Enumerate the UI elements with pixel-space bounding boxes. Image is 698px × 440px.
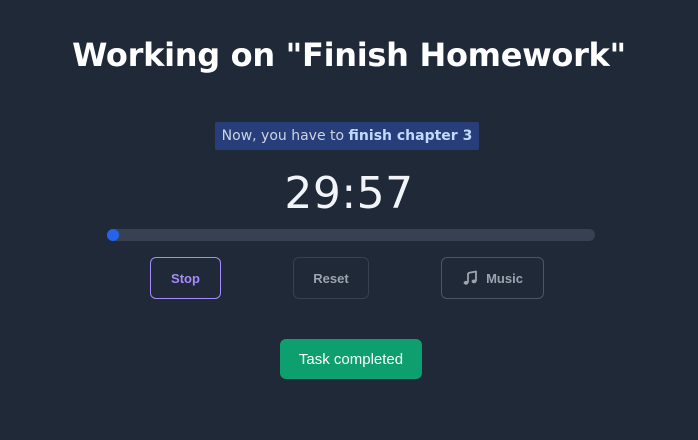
task-completed-button[interactable]: Task completed xyxy=(280,339,422,379)
stop-button[interactable]: Stop xyxy=(150,257,221,299)
current-task-banner: Now, you have to finish chapter 3 xyxy=(215,122,479,150)
countdown-timer: 29:57 xyxy=(284,168,414,219)
progress-bar xyxy=(107,229,595,241)
instruction-task-name: finish chapter 3 xyxy=(348,128,473,144)
page-title: Working on "Finish Homework" xyxy=(72,36,626,74)
music-note-icon xyxy=(462,270,478,286)
reset-button[interactable]: Reset xyxy=(293,257,369,299)
instruction-prefix: Now, you have to xyxy=(221,128,349,144)
progress-bar-fill xyxy=(107,229,119,241)
music-button-label: Music xyxy=(486,270,523,286)
pomodoro-page: Working on "Finish Homework" Now, you ha… xyxy=(0,0,698,440)
music-button[interactable]: Music xyxy=(441,257,544,299)
